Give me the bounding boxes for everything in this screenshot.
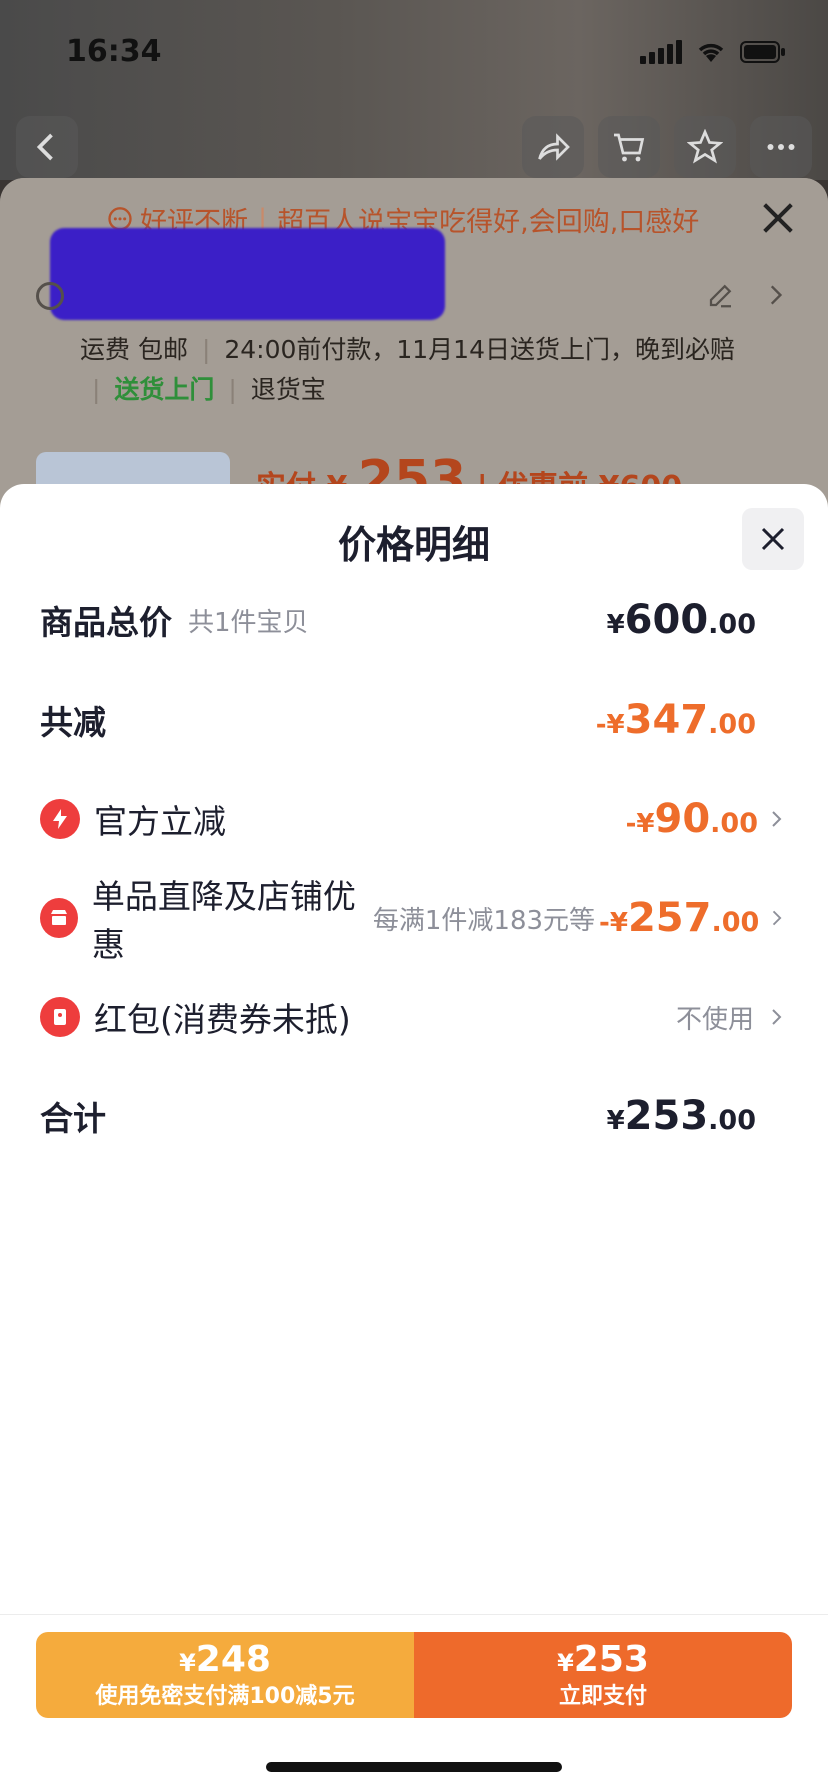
delivery-text: 24:00前付款，11月14日送货上门，晚到必赔	[224, 335, 735, 364]
lightning-icon	[40, 799, 80, 839]
red-packet-label: 红包(消费券未抵)	[94, 1000, 351, 1039]
chevron-left-icon	[36, 133, 53, 161]
return-tag: 退货宝	[250, 375, 326, 404]
home-indicator	[266, 1762, 562, 1772]
row-store-discount[interactable]: 单品直降及店铺优惠 每满1件减183元等 -¥ 257.00	[40, 877, 788, 964]
total-reduce-label: 共减	[40, 703, 106, 742]
goods-count: 共1件宝贝	[188, 607, 309, 638]
pay-now-amount: ¥253	[557, 1638, 649, 1680]
pay-now-label: 立即支付	[558, 1683, 647, 1709]
shipping-line: 运费 包邮 | 24:00前付款，11月14日送货上门，晚到必赔	[80, 335, 735, 364]
pay-bar: ¥248 使用免密支付满100减5元 ¥253 立即支付	[36, 1632, 792, 1718]
cart-button[interactable]	[598, 116, 660, 178]
row-goods-total: 商品总价 共1件宝贝 ¥600.00	[40, 590, 788, 650]
total-reduce-amount: -¥ 347.00	[595, 697, 756, 743]
modal-close-button[interactable]	[742, 508, 804, 570]
store-discount-amount: -¥ 257.00	[599, 895, 760, 941]
passwordless-pay-button[interactable]: ¥248 使用免密支付满100减5元	[36, 1632, 414, 1718]
redacted-address	[50, 228, 445, 320]
order-confirm-sheet: 好评不断 | 超百人说宝宝吃得好,会回购,口感好 运费 包邮 | 24:00前付…	[0, 178, 828, 508]
official-discount-label: 官方立减	[94, 802, 226, 841]
shipping-label: 运费	[80, 335, 131, 364]
share-button[interactable]	[522, 116, 584, 178]
star-icon	[687, 129, 723, 164]
chevron-right-icon[interactable]	[762, 282, 788, 308]
bottom-divider	[0, 1614, 828, 1615]
goods-total-label: 商品总价	[40, 603, 172, 642]
share-icon	[538, 133, 570, 161]
official-discount-amount: -¥ 90.00	[625, 796, 758, 842]
status-icons	[640, 40, 786, 64]
more-button[interactable]	[750, 116, 812, 178]
price-detail-modal: 价格明细 商品总价 共1件宝贝 ¥600.00 共减 -¥ 347.00 官方立减…	[0, 484, 828, 1792]
sum-amount: ¥253.00	[606, 1093, 756, 1139]
more-icon	[767, 144, 795, 150]
row-total-reduce: 共减 -¥ 347.00	[40, 690, 788, 750]
row-red-packet[interactable]: 红包(消费券未抵) 不使用	[40, 987, 788, 1047]
sum-label: 合计	[40, 1099, 106, 1138]
sheet-close-icon[interactable]	[758, 198, 798, 238]
back-button[interactable]	[16, 116, 78, 178]
store-discount-label: 单品直降及店铺优惠	[91, 877, 356, 964]
wifi-icon	[698, 43, 724, 62]
location-icon	[36, 282, 64, 310]
passwordless-pay-note: 使用免密支付满100减5元	[95, 1683, 355, 1709]
close-icon	[761, 527, 785, 551]
pay-now-button[interactable]: ¥253 立即支付	[414, 1632, 792, 1718]
store-discount-hint: 每满1件减183元等	[372, 905, 596, 936]
goods-total-amount: ¥600.00	[606, 597, 756, 643]
chevron-right-icon	[772, 1009, 782, 1025]
passwordless-pay-amount: ¥248	[179, 1638, 271, 1680]
chevron-right-icon	[772, 811, 782, 827]
cart-icon	[614, 133, 645, 162]
store-icon	[40, 898, 78, 938]
door-delivery-tag: 送货上门	[114, 375, 215, 404]
signal-icon	[640, 40, 682, 64]
chevron-right-icon	[773, 910, 782, 926]
red-packet-status: 不使用	[675, 1004, 754, 1035]
status-bar: 16:34	[0, 0, 828, 100]
shipping-value: 包邮	[137, 335, 188, 364]
status-time: 16:34	[66, 34, 162, 69]
red-packet-icon	[40, 997, 80, 1037]
favorite-button[interactable]	[674, 116, 736, 178]
service-tags: | 送货上门 | 退货宝	[92, 375, 326, 404]
battery-icon	[740, 41, 785, 63]
row-official-discount[interactable]: 官方立减 -¥ 90.00	[40, 789, 788, 849]
edit-icon[interactable]	[706, 280, 736, 310]
row-sum: 合计 ¥253.00	[40, 1086, 788, 1146]
modal-title: 价格明细	[337, 523, 490, 567]
